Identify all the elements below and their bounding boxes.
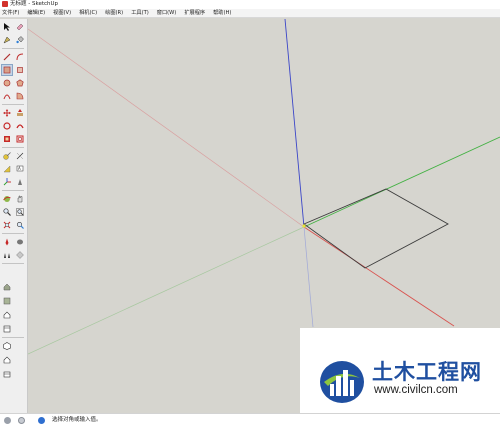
push-pull-icon[interactable] [15, 108, 25, 118]
sketchup-app-icon [2, 1, 8, 7]
walk-tool-icon[interactable] [15, 237, 25, 247]
menu-view[interactable]: 视图(V) [53, 9, 71, 17]
pan-tool-icon[interactable] [15, 194, 25, 204]
extension-warehouse-icon[interactable] [2, 310, 12, 320]
origin-marker [302, 224, 306, 228]
arc-tool-icon[interactable] [15, 52, 25, 62]
red-axis-negative [27, 28, 305, 228]
menu-help[interactable]: 帮助(H) [213, 9, 231, 17]
follow-me-icon[interactable] [15, 121, 25, 131]
status-bar: 选择对角或输入值。 [0, 413, 500, 427]
watermark-url: www.civilcn.com [374, 384, 458, 396]
pie-tool-icon[interactable] [15, 91, 25, 101]
warehouse-icon[interactable] [2, 282, 12, 292]
blue-axis-positive [284, 18, 305, 228]
line-tool-icon[interactable] [2, 52, 12, 62]
scale-tool-icon[interactable] [2, 134, 12, 144]
lasso-select-icon[interactable] [2, 35, 12, 45]
user-icon[interactable] [18, 417, 25, 424]
tape-measure-icon[interactable] [2, 151, 12, 161]
toolbar-separator [2, 263, 24, 264]
section-plane-icon[interactable] [15, 250, 25, 260]
orbit-tool-icon[interactable] [2, 194, 12, 204]
toolbar-separator [2, 233, 24, 234]
status-message: 选择对角或输入值。 [52, 417, 102, 423]
zoom-extents-icon[interactable] [2, 220, 12, 230]
position-camera-icon[interactable] [2, 237, 12, 247]
select-tool-icon[interactable] [2, 22, 12, 32]
watermark-title: 土木工程网 [372, 360, 482, 384]
watermark-overlay: 土木工程网 www.civilcn.com [300, 328, 500, 413]
toolbar-separator [2, 48, 24, 49]
red-axis-positive [303, 226, 455, 327]
menu-extensions[interactable]: 扩展程序 [184, 9, 205, 17]
zoom-tool-icon[interactable] [2, 207, 12, 217]
axes-tool-icon[interactable] [2, 177, 12, 187]
green-axis-positive [303, 136, 500, 228]
large-tool-set: A [0, 19, 28, 413]
move-tool-icon[interactable] [2, 108, 12, 118]
toolbar-separator [2, 190, 24, 191]
help-icon[interactable] [38, 417, 45, 424]
dimension-tool-icon[interactable] [15, 151, 25, 161]
rotated-rectangle-icon[interactable] [15, 65, 25, 75]
two-point-arc-icon[interactable] [2, 91, 12, 101]
title-bar: 无标题 - SketchUp [0, 0, 500, 9]
circle-tool-icon[interactable] [2, 78, 12, 88]
menu-draw[interactable]: 绘图(R) [105, 9, 123, 17]
previous-view-icon[interactable] [15, 220, 25, 230]
menu-camera[interactable]: 相机(C) [79, 9, 97, 17]
toolbar-separator [2, 147, 24, 148]
rotate-tool-icon[interactable] [2, 121, 12, 131]
zoom-window-icon[interactable] [15, 207, 25, 217]
protractor-icon[interactable] [2, 164, 12, 174]
menu-tools[interactable]: 工具(T) [131, 9, 149, 17]
rectangle-face-edges[interactable] [303, 188, 449, 269]
toolbar-separator [2, 104, 24, 105]
info-icon[interactable] [4, 417, 11, 424]
toolbar-separator [2, 337, 24, 338]
blue-axis-negative [303, 226, 314, 328]
look-around-icon[interactable] [2, 250, 12, 260]
layout-icon[interactable] [2, 324, 12, 334]
components-icon[interactable] [2, 296, 12, 306]
menu-window[interactable]: 窗口(W) [157, 9, 177, 17]
polygon-tool-icon[interactable] [15, 78, 25, 88]
paint-bucket-icon[interactable] [15, 35, 25, 45]
text-tool-icon[interactable]: A [15, 164, 25, 174]
top-view-icon[interactable] [2, 355, 12, 365]
3d-text-icon[interactable] [15, 177, 25, 187]
offset-tool-icon[interactable] [15, 134, 25, 144]
green-axis-negative [27, 226, 305, 355]
eraser-tool-icon[interactable] [15, 22, 25, 32]
iso-view-icon[interactable] [2, 341, 12, 351]
front-view-icon[interactable] [2, 369, 12, 379]
window-title: 无标题 - SketchUp [10, 1, 59, 7]
menu-edit[interactable]: 编辑(E) [27, 9, 45, 17]
menu-file[interactable]: 文件(F) [2, 9, 19, 17]
menu-bar: 文件(F) 编辑(E) 视图(V) 相机(C) 绘图(R) 工具(T) 窗口(W… [0, 9, 500, 18]
svg-text:A: A [18, 166, 21, 171]
civilcn-logo [320, 361, 364, 403]
rectangle-tool-icon[interactable] [1, 64, 13, 76]
